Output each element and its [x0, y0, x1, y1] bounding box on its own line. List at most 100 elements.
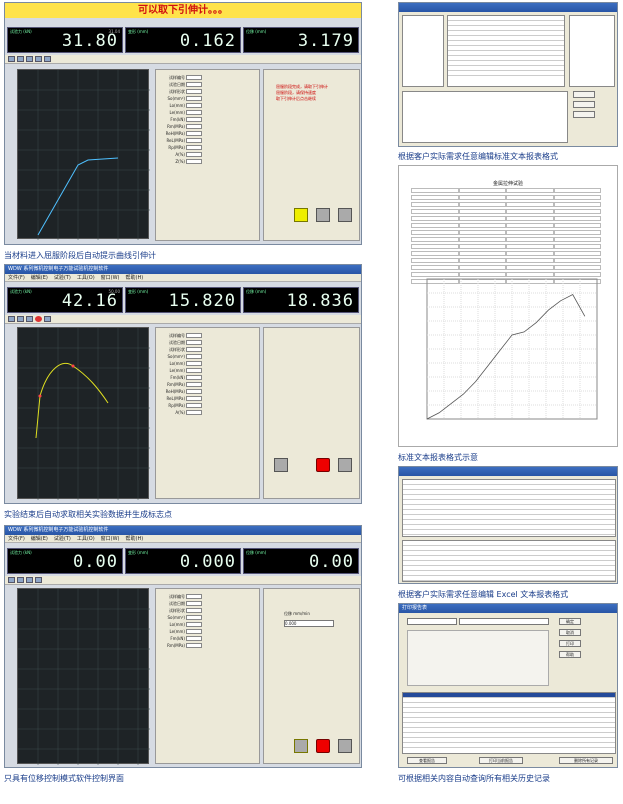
query-criteria-group — [407, 630, 549, 686]
toolbar-icon[interactable] — [8, 577, 15, 583]
report-chart — [426, 278, 598, 420]
field-list[interactable] — [402, 15, 444, 87]
query-keyword-input[interactable] — [459, 618, 549, 625]
menu-bar: 文件(F) 编辑(E) 试验(T) 工具(O) 窗口(W) 帮助(H) — [5, 274, 361, 282]
template-list[interactable] — [569, 15, 615, 87]
menu-help[interactable]: 帮助(H) — [126, 275, 144, 281]
excel-sheet-top[interactable] — [402, 479, 616, 537]
caption-standard-report: 标准文本报表格式示意 — [398, 453, 478, 462]
stop-button[interactable] — [316, 739, 330, 753]
toolbar-icon[interactable] — [8, 316, 15, 322]
menu-edit[interactable]: 编辑(E) — [31, 536, 48, 542]
parameter-panel: 试样编号 试验日期 试样形状 So(mm²) Lo(mm) Le(mm) Fm(… — [155, 588, 260, 764]
window-title: WDW 系列微机控制电子万能试验机控制软件 — [5, 265, 361, 274]
marker-point — [71, 364, 75, 368]
menu-file[interactable]: 文件(F) — [8, 536, 25, 542]
dialog-cancel-button[interactable] — [573, 101, 595, 108]
series-line — [426, 294, 586, 420]
stop-button[interactable] — [316, 208, 330, 222]
caption-yield-prompt: 当材料进入屈服阶段后自动提示曲线引伸计 — [4, 251, 156, 260]
toolbar-icon[interactable] — [17, 577, 24, 583]
menu-file[interactable]: 文件(F) — [8, 275, 25, 281]
print-report-button[interactable]: 打印当前报告 — [479, 757, 523, 764]
field-grid[interactable] — [447, 15, 565, 87]
menu-test[interactable]: 试验(T) — [54, 536, 71, 542]
reset-button[interactable] — [338, 458, 352, 472]
excel-sheet-bottom[interactable] — [402, 540, 616, 582]
parameter-panel: 试样编号 试验日期 试样形状 So(mm²) Lo(mm) Le(mm) Fm(… — [155, 327, 260, 499]
control-mode-label: 位移 mm/min — [284, 611, 310, 616]
history-records-table[interactable] — [402, 692, 616, 754]
stop-button[interactable] — [274, 458, 288, 472]
main-toolbar — [5, 576, 361, 585]
toolbar-icon[interactable] — [26, 577, 33, 583]
dialog-title: 打印报告表 — [399, 604, 617, 613]
toolbar-icon[interactable] — [35, 56, 42, 62]
curve-graph — [17, 69, 150, 240]
deformation-readout: 变形 (mm) 0.000 — [125, 548, 241, 574]
toolbar-icon[interactable] — [17, 316, 24, 322]
caption-test-complete: 实验结束后自动求取相关实验数据并生成标志点 — [4, 510, 172, 519]
marker-point — [38, 394, 42, 398]
caption-report-editor: 根据客户实际需求任意编辑标准文本报表格式 — [398, 152, 558, 161]
record-icon[interactable] — [35, 316, 42, 322]
main-toolbar — [5, 315, 361, 324]
screenshot-test-complete: WDW 系列微机控制电子万能试验机控制软件 文件(F) 编辑(E) 试验(T) 工具(… — [4, 264, 362, 504]
control-panel: 屈服阶段完成，请取下引伸计 屈服阶段，请保持速度 取下引伸计后点击继续 — [263, 69, 360, 241]
menu-tools[interactable]: 工具(O) — [77, 536, 95, 542]
window-title: WDW 系列微机控制电子万能试验机控制软件 — [5, 526, 361, 535]
start-button[interactable] — [294, 739, 308, 753]
delete-records-button[interactable]: 删除所有记录 — [559, 757, 613, 764]
reset-button[interactable] — [338, 208, 352, 222]
emergency-stop-button[interactable] — [316, 458, 330, 472]
menu-edit[interactable]: 编辑(E) — [31, 275, 48, 281]
dialog-cancel-button[interactable]: 取消 — [559, 629, 581, 636]
toolbar-icon[interactable] — [26, 316, 33, 322]
displacement-readout: 位移 (mm) 0.00 — [243, 548, 359, 574]
toolbar-icon[interactable] — [35, 577, 42, 583]
history-query-dialog: 打印报告表 确定 取消 打印 帮助 查看报告 打印当前报告 删除所有记录 — [398, 603, 618, 768]
speed-input[interactable]: 0.000 — [284, 620, 334, 627]
menu-window[interactable]: 窗口(W) — [101, 275, 120, 281]
dialog-help-button[interactable]: 帮助 — [559, 651, 581, 658]
toolbar-icon[interactable] — [44, 316, 51, 322]
control-panel: 位移 mm/min 0.000 — [263, 588, 360, 764]
displacement-readout: 位移 (mm) 3.179 — [243, 27, 359, 53]
toolbar-icon[interactable] — [8, 56, 15, 62]
reset-button[interactable] — [338, 739, 352, 753]
toolbar-icon[interactable] — [44, 56, 51, 62]
query-type-select[interactable] — [407, 618, 457, 625]
dialog-print-button[interactable]: 打印 — [559, 640, 581, 647]
report-title: 金属拉伸试验 — [492, 181, 523, 187]
menu-window[interactable]: 窗口(W) — [101, 536, 120, 542]
dialog-title — [399, 467, 617, 476]
caption-excel-report: 根据客户实际需求任意编辑 Excel 文本报表格式 — [398, 590, 569, 599]
caption-displacement-control: 只具有位移控制模式软件控制界面 — [4, 774, 124, 783]
dialog-ok-button[interactable] — [573, 91, 595, 98]
view-report-button[interactable]: 查看报告 — [407, 757, 447, 764]
control-panel — [263, 327, 360, 499]
force-readout: 试验力 (kN) 50.00 42.16 — [7, 287, 123, 313]
dialog-ok-button[interactable]: 确定 — [559, 618, 581, 625]
curve-graph — [17, 588, 150, 765]
hint-text: 屈服阶段完成，请取下引伸计 屈服阶段，请保持速度 取下引伸计后点击继续 — [276, 84, 328, 101]
force-readout: 试验力 (kN) 31.04 31.80 — [7, 27, 123, 53]
toolbar-icon[interactable] — [26, 56, 33, 62]
displacement-readout: 位移 (mm) 18.836 — [243, 287, 359, 313]
curve-svg — [18, 589, 150, 765]
deformation-readout: 变形 (mm) 15.820 — [125, 287, 241, 313]
start-button[interactable] — [294, 208, 308, 222]
standard-report: 金属拉伸试验 — [398, 165, 618, 447]
curve-graph — [17, 327, 150, 500]
main-toolbar — [5, 55, 361, 64]
toolbar-icon[interactable] — [17, 56, 24, 62]
menu-tools[interactable]: 工具(O) — [77, 275, 95, 281]
curve-svg — [18, 70, 150, 240]
caption-history-query: 可根据相关内容自动查询所有相关历史记录 — [398, 774, 550, 783]
menu-help[interactable]: 帮助(H) — [126, 536, 144, 542]
extensometer-banner: 可以取下引伸计。。。 — [5, 3, 361, 18]
menu-test[interactable]: 试验(T) — [54, 275, 71, 281]
excel-report-editor — [398, 466, 618, 584]
dialog-apply-button[interactable] — [573, 111, 595, 118]
parameter-panel: 试样编号 试验日期 试样形状 So(mm²) Lo(mm) Le(mm) Fm(… — [155, 69, 260, 241]
